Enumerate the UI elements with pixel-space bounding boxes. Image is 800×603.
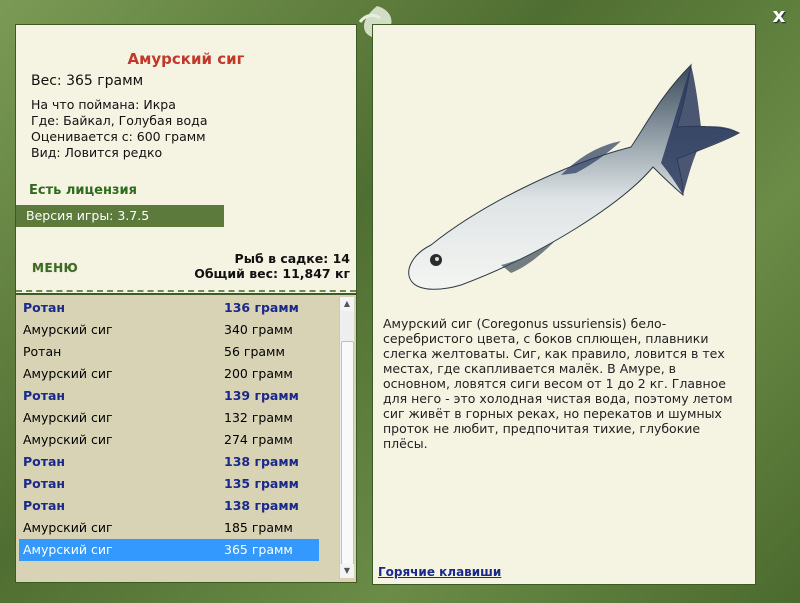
fish-detail-panel: Амурский сиг (Coregonus ussuriensis) бел… — [372, 24, 756, 585]
list-item-weight: 138 грамм — [224, 454, 299, 469]
list-item[interactable]: Амурский сиг 365 грамм — [19, 539, 319, 561]
list-scrollbar[interactable]: ▲ ▼ — [339, 297, 354, 578]
scroll-down-icon[interactable]: ▼ — [340, 564, 354, 578]
dashed-divider — [16, 290, 356, 292]
list-item-weight: 200 грамм — [224, 366, 293, 381]
fish-title: Амурский сиг — [127, 50, 245, 68]
list-item[interactable]: Ротан 138 грамм — [19, 451, 319, 473]
list-item-name: Амурский сиг — [23, 410, 113, 425]
fish-description: Амурский сиг (Coregonus ussuriensis) бел… — [383, 316, 733, 451]
license-status: Есть лицензия — [29, 183, 137, 198]
list-item[interactable]: Амурский сиг 274 грамм — [19, 429, 319, 451]
menu-button[interactable]: МЕНЮ — [32, 261, 78, 275]
close-button[interactable]: x — [768, 4, 790, 26]
list-item-weight: 56 грамм — [224, 344, 285, 359]
list-item-name: Амурский сиг — [23, 322, 113, 337]
list-item[interactable]: Ротан 135 грамм — [19, 473, 319, 495]
list-item[interactable]: Амурский сиг 132 грамм — [19, 407, 319, 429]
fish-image — [408, 63, 741, 290]
list-item-name: Ротан — [23, 476, 66, 491]
catch-stats: Рыб в садке: 14 Общий вес: 11,847 кг — [194, 251, 350, 281]
hotkeys-link[interactable]: Горячие клавиши — [378, 565, 501, 579]
fish-price: Оценивается с: 600 грамм — [31, 129, 206, 144]
list-item-weight: 274 грамм — [224, 432, 293, 447]
list-item[interactable]: Ротан 136 грамм — [19, 297, 319, 319]
list-item[interactable]: Ротан 139 грамм — [19, 385, 319, 407]
list-item-weight: 185 грамм — [224, 520, 293, 535]
list-item-name: Амурский сиг — [23, 432, 113, 447]
fish-count: Рыб в садке: 14 — [234, 251, 350, 266]
list-item-weight: 340 грамм — [224, 322, 293, 337]
fish-bait: На что поймана: Икра — [31, 97, 176, 112]
list-item-weight: 132 грамм — [224, 410, 293, 425]
window-frame: x Амурский сиг Вес: 365 грамм На что пой… — [0, 0, 800, 603]
list-item-weight: 135 грамм — [224, 476, 299, 491]
fish-weight: Вес: 365 грамм — [31, 73, 144, 89]
list-item-weight: 136 грамм — [224, 300, 299, 315]
fish-place: Где: Байкал, Голубая вода — [31, 113, 208, 128]
scroll-up-icon[interactable]: ▲ — [340, 297, 354, 311]
total-weight: Общий вес: 11,847 кг — [194, 266, 350, 281]
list-item-name: Амурский сиг — [23, 542, 113, 557]
catch-list[interactable]: Ротан 136 грамм Амурский сиг 340 грамм Ротан… — [15, 294, 357, 583]
scroll-thumb[interactable] — [341, 341, 354, 565]
list-item[interactable]: Ротан 138 грамм — [19, 495, 319, 517]
list-item-name: Ротан — [23, 344, 62, 359]
list-item-name: Ротан — [23, 300, 66, 315]
list-item[interactable]: Ротан 56 грамм — [19, 341, 319, 363]
list-item[interactable]: Амурский сиг 200 грамм — [19, 363, 319, 385]
list-item-name: Ротан — [23, 498, 66, 513]
list-item-name: Ротан — [23, 454, 66, 469]
list-item[interactable]: Амурский сиг 185 грамм — [19, 517, 319, 539]
list-item-name: Амурский сиг — [23, 520, 113, 535]
list-item-weight: 139 грамм — [224, 388, 299, 403]
fish-rarity: Вид: Ловится редко — [31, 145, 163, 160]
list-item-weight: 365 грамм — [224, 542, 293, 557]
list-item-weight: 138 грамм — [224, 498, 299, 513]
fish-info-panel: Амурский сиг Вес: 365 грамм На что пойма… — [15, 24, 357, 294]
list-item[interactable]: Амурский сиг 340 грамм — [19, 319, 319, 341]
game-version: Версия игры: 3.7.5 — [16, 205, 224, 227]
list-item-name: Амурский сиг — [23, 366, 113, 381]
list-item-name: Ротан — [23, 388, 66, 403]
